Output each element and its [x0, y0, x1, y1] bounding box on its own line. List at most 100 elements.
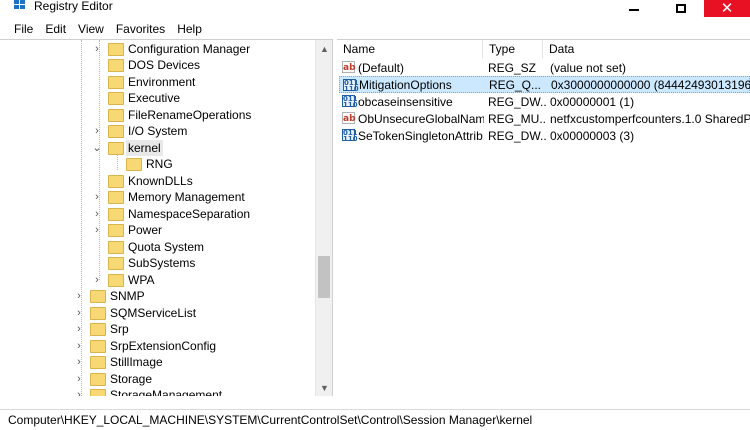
- folder-icon: [108, 207, 124, 221]
- value-type: REG_DW...: [488, 128, 546, 143]
- horizontal-scroll-area: [0, 396, 750, 409]
- close-button[interactable]: ✕: [704, 0, 750, 17]
- expand-arrow-icon[interactable]: ›: [74, 338, 84, 354]
- folder-icon: [108, 124, 124, 138]
- folder-icon: [90, 306, 106, 320]
- string-value-icon: ab: [342, 61, 356, 73]
- value-data: 0x3000000000000 (844424930131968): [551, 77, 750, 92]
- collapse-arrow-icon[interactable]: ⌄: [92, 140, 102, 156]
- folder-icon: [108, 58, 124, 72]
- menu-help[interactable]: Help: [171, 20, 208, 38]
- binary-value-icon: 011 110: [343, 79, 359, 93]
- scroll-up-arrow-icon[interactable]: ▲: [316, 40, 332, 57]
- folder-icon: [90, 289, 106, 303]
- title-bar: Registry Editor ✕: [0, 0, 750, 17]
- folder-icon: [90, 388, 106, 396]
- registry-tree[interactable]: › Configuration Manager DOS Devices Envi…: [0, 39, 333, 396]
- tree-item-rng[interactable]: RNG: [110, 156, 175, 172]
- tree-item-srp[interactable]: › Srp: [74, 321, 131, 337]
- tree-item-label: StillImage: [110, 355, 163, 369]
- registry-editor-app-icon: [14, 0, 26, 11]
- tree-item-wpa[interactable]: › WPA: [92, 272, 156, 288]
- value-row-obunsecureglobalnames[interactable]: ab ObUnsecureGlobalNam... REG_MU... netf…: [339, 110, 750, 127]
- folder-icon: [108, 174, 124, 188]
- tree-item-label: I/O System: [128, 124, 188, 138]
- column-header-data[interactable]: Data: [543, 40, 750, 58]
- value-type: REG_Q...: [489, 77, 542, 92]
- folder-icon: [108, 256, 124, 270]
- tree-item-subsystems[interactable]: SubSystems: [92, 255, 197, 271]
- expand-arrow-icon[interactable]: ›: [74, 371, 84, 387]
- tree-item-label: Memory Management: [128, 190, 245, 204]
- maximize-button[interactable]: [657, 0, 704, 17]
- expand-arrow-icon[interactable]: ›: [74, 305, 84, 321]
- tree-item-stillimage[interactable]: › StillImage: [74, 354, 165, 370]
- tree-item-label: WPA: [128, 273, 155, 287]
- window-title: Registry Editor: [34, 0, 113, 13]
- tree-item-label: StorageManagement: [110, 388, 223, 396]
- folder-icon: [90, 339, 106, 353]
- column-header-name[interactable]: Name: [337, 40, 483, 58]
- expand-arrow-icon[interactable]: ›: [92, 123, 102, 139]
- value-row-setokensingletonattributes[interactable]: 011 110 SeTokenSingletonAttrib... REG_DW.…: [339, 127, 750, 144]
- expand-arrow-icon[interactable]: ›: [92, 272, 102, 288]
- scroll-down-arrow-icon[interactable]: ▼: [316, 379, 332, 396]
- expand-arrow-icon[interactable]: ›: [74, 387, 84, 396]
- expand-arrow-icon[interactable]: ›: [74, 321, 84, 337]
- value-name: MitigationOptions: [359, 77, 452, 92]
- value-row-mitigationoptions[interactable]: 011 110 MitigationOptions REG_Q... 0x3000…: [339, 76, 750, 93]
- maximize-icon: [675, 4, 686, 13]
- expand-arrow-icon[interactable]: ›: [92, 206, 102, 222]
- tree-item-label: Configuration Manager: [128, 42, 251, 56]
- tree-item-label: NamespaceSeparation: [128, 207, 251, 221]
- column-header-type[interactable]: Type: [483, 40, 543, 58]
- folder-icon: [108, 240, 124, 254]
- menu-favorites[interactable]: Favorites: [110, 20, 171, 38]
- tree-item-quota-system[interactable]: Quota System: [92, 239, 206, 255]
- folder-icon: [108, 75, 124, 89]
- value-row-obcaseinsensitive[interactable]: 011 110 obcaseinsensitive REG_DW... 0x000…: [339, 93, 750, 110]
- value-data: 0x00000001 (1): [550, 94, 635, 109]
- tree-item-filerenameoperations[interactable]: FileRenameOperations: [92, 107, 253, 123]
- scrollbar-thumb[interactable]: [318, 256, 330, 298]
- tree-item-label: Storage: [110, 372, 153, 386]
- status-bar-path: Computer\HKEY_LOCAL_MACHINE\SYSTEM\Curre…: [0, 409, 750, 430]
- folder-icon: [90, 372, 106, 386]
- folder-icon: [108, 108, 124, 122]
- expand-arrow-icon[interactable]: ›: [92, 189, 102, 205]
- tree-item-io-system[interactable]: › I/O System: [92, 123, 189, 139]
- menu-edit[interactable]: Edit: [39, 20, 72, 38]
- menu-file[interactable]: File: [8, 20, 39, 38]
- tree-item-memory-management[interactable]: › Memory Management: [92, 189, 247, 205]
- expand-arrow-icon[interactable]: ›: [74, 354, 84, 370]
- menu-view[interactable]: View: [72, 20, 110, 38]
- value-data: (value not set): [550, 60, 627, 75]
- expand-arrow-icon[interactable]: ›: [92, 222, 102, 238]
- tree-item-storage[interactable]: › Storage: [74, 371, 154, 387]
- tree-item-configuration-manager[interactable]: › Configuration Manager: [92, 41, 252, 57]
- tree-item-power[interactable]: › Power: [92, 222, 164, 238]
- tree-item-label: KnownDLLs: [128, 174, 193, 188]
- tree-item-environment[interactable]: Environment: [92, 74, 197, 90]
- value-row-default[interactable]: ab (Default) REG_SZ (value not set): [339, 59, 750, 76]
- tree-item-snmp[interactable]: › SNMP: [74, 288, 147, 304]
- tree-item-label: Srp: [110, 322, 129, 336]
- tree-item-namespaceseparation[interactable]: › NamespaceSeparation: [92, 206, 252, 222]
- value-name: SeTokenSingletonAttrib...: [358, 128, 484, 143]
- values-list[interactable]: Name Type Data ab (Default) REG_SZ (valu…: [337, 39, 750, 396]
- tree-item-executive[interactable]: Executive: [92, 90, 182, 106]
- tree-item-dos-devices[interactable]: DOS Devices: [92, 57, 202, 73]
- tree-item-label: Environment: [128, 75, 196, 89]
- tree-item-kernel[interactable]: ⌄ kernel: [92, 140, 163, 156]
- tree-vertical-scrollbar[interactable]: ▲ ▼: [315, 40, 332, 396]
- tree-item-sqmservicelist[interactable]: › SQMServiceList: [74, 305, 198, 321]
- tree-item-srpextensionconfig[interactable]: › SrpExtensionConfig: [74, 338, 218, 354]
- string-value-icon: ab: [342, 112, 356, 124]
- menu-bar: File Edit View Favorites Help: [0, 19, 750, 39]
- tree-item-knowndlls[interactable]: KnownDLLs: [92, 173, 195, 189]
- tree-item-storagemanagement[interactable]: › StorageManagement: [74, 387, 224, 396]
- minimize-button[interactable]: [610, 0, 657, 17]
- tree-item-label: FileRenameOperations: [128, 108, 252, 122]
- expand-arrow-icon[interactable]: ›: [92, 41, 102, 57]
- expand-arrow-icon[interactable]: ›: [74, 288, 84, 304]
